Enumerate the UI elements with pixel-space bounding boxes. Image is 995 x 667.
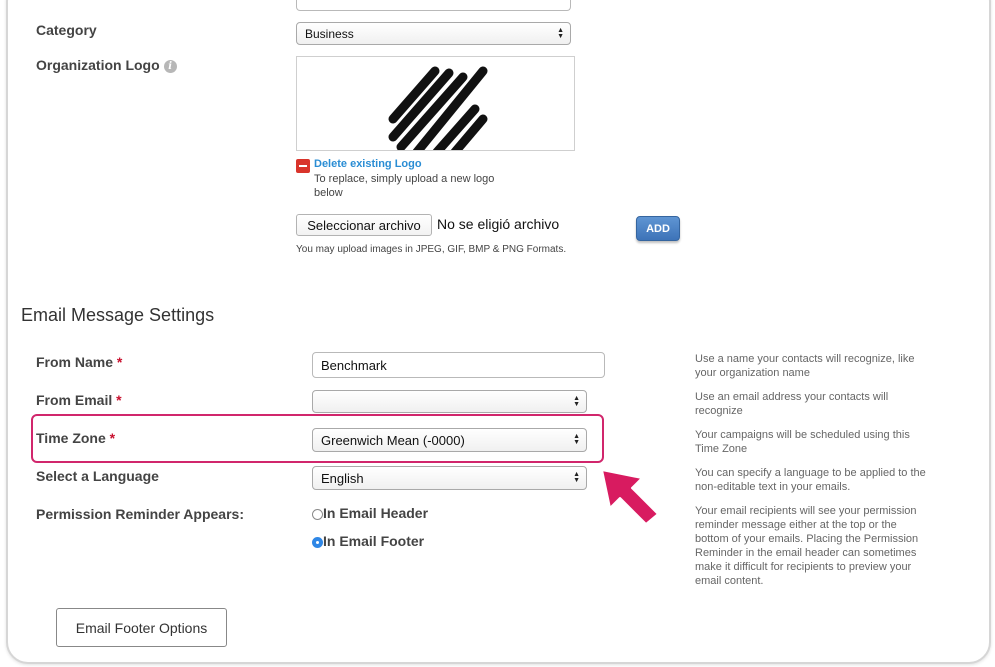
from-name-help: Use a name your contacts will recognize,… bbox=[695, 353, 915, 379]
time-zone-select[interactable]: Greenwich Mean (-0000) ▲ ▼ bbox=[312, 428, 587, 452]
organization-logo-label: Organization Logo i bbox=[36, 57, 177, 73]
add-button[interactable]: ADD bbox=[636, 216, 680, 241]
category-label: Category bbox=[36, 22, 97, 38]
select-arrows-icon: ▲ ▼ bbox=[573, 433, 580, 446]
radio-selected-icon[interactable] bbox=[312, 536, 323, 548]
pointer-arrow-icon bbox=[601, 469, 659, 525]
email-footer-options-button[interactable]: Email Footer Options bbox=[56, 608, 227, 647]
permission-help: Your email recipients will see your perm… bbox=[695, 505, 919, 587]
from-email-label: From Email * bbox=[36, 392, 122, 408]
from-email-select[interactable]: ▲ ▼ bbox=[312, 390, 587, 413]
select-arrows-icon: ▲ ▼ bbox=[573, 471, 580, 484]
permission-option-header[interactable]: In Email Header bbox=[312, 505, 428, 521]
time-zone-label: Time Zone * bbox=[36, 430, 116, 446]
from-name-input[interactable]: Benchmark bbox=[312, 352, 605, 378]
section-title: Email Message Settings bbox=[21, 305, 215, 325]
delete-icon[interactable] bbox=[296, 159, 310, 173]
logo-preview bbox=[296, 56, 575, 151]
category-value: Business bbox=[305, 26, 354, 41]
select-arrows-icon: ▲ ▼ bbox=[573, 394, 580, 408]
info-icon[interactable]: i bbox=[163, 59, 177, 73]
choose-file-button[interactable]: Seleccionar archivo bbox=[296, 214, 432, 236]
permission-option-footer[interactable]: In Email Footer bbox=[312, 533, 424, 549]
language-label: Select a Language bbox=[36, 468, 159, 484]
category-select[interactable]: Business ▲ ▼ bbox=[296, 22, 571, 45]
organization-logo-image bbox=[388, 66, 488, 150]
delete-logo-link[interactable]: Delete existing Logo bbox=[314, 158, 422, 170]
select-arrows-icon: ▲ ▼ bbox=[557, 26, 564, 40]
permission-label: Permission Reminder Appears: bbox=[36, 506, 244, 522]
from-name-label: From Name * bbox=[36, 354, 123, 370]
replace-hint: To replace, simply upload a new logo bel… bbox=[314, 173, 495, 199]
language-select[interactable]: English ▲ ▼ bbox=[312, 466, 587, 490]
formats-hint: You may upload images in JPEG, GIF, BMP … bbox=[296, 244, 567, 255]
from-email-help: Use an email address your contacts will … bbox=[695, 391, 889, 417]
radio-unselected-icon[interactable] bbox=[312, 508, 323, 520]
truncated-field[interactable] bbox=[296, 0, 571, 11]
language-help: You can specify a language to be applied… bbox=[695, 467, 926, 493]
time-zone-help: Your campaigns will be scheduled using t… bbox=[695, 429, 910, 455]
no-file-text: No se eligió archivo bbox=[437, 216, 560, 232]
